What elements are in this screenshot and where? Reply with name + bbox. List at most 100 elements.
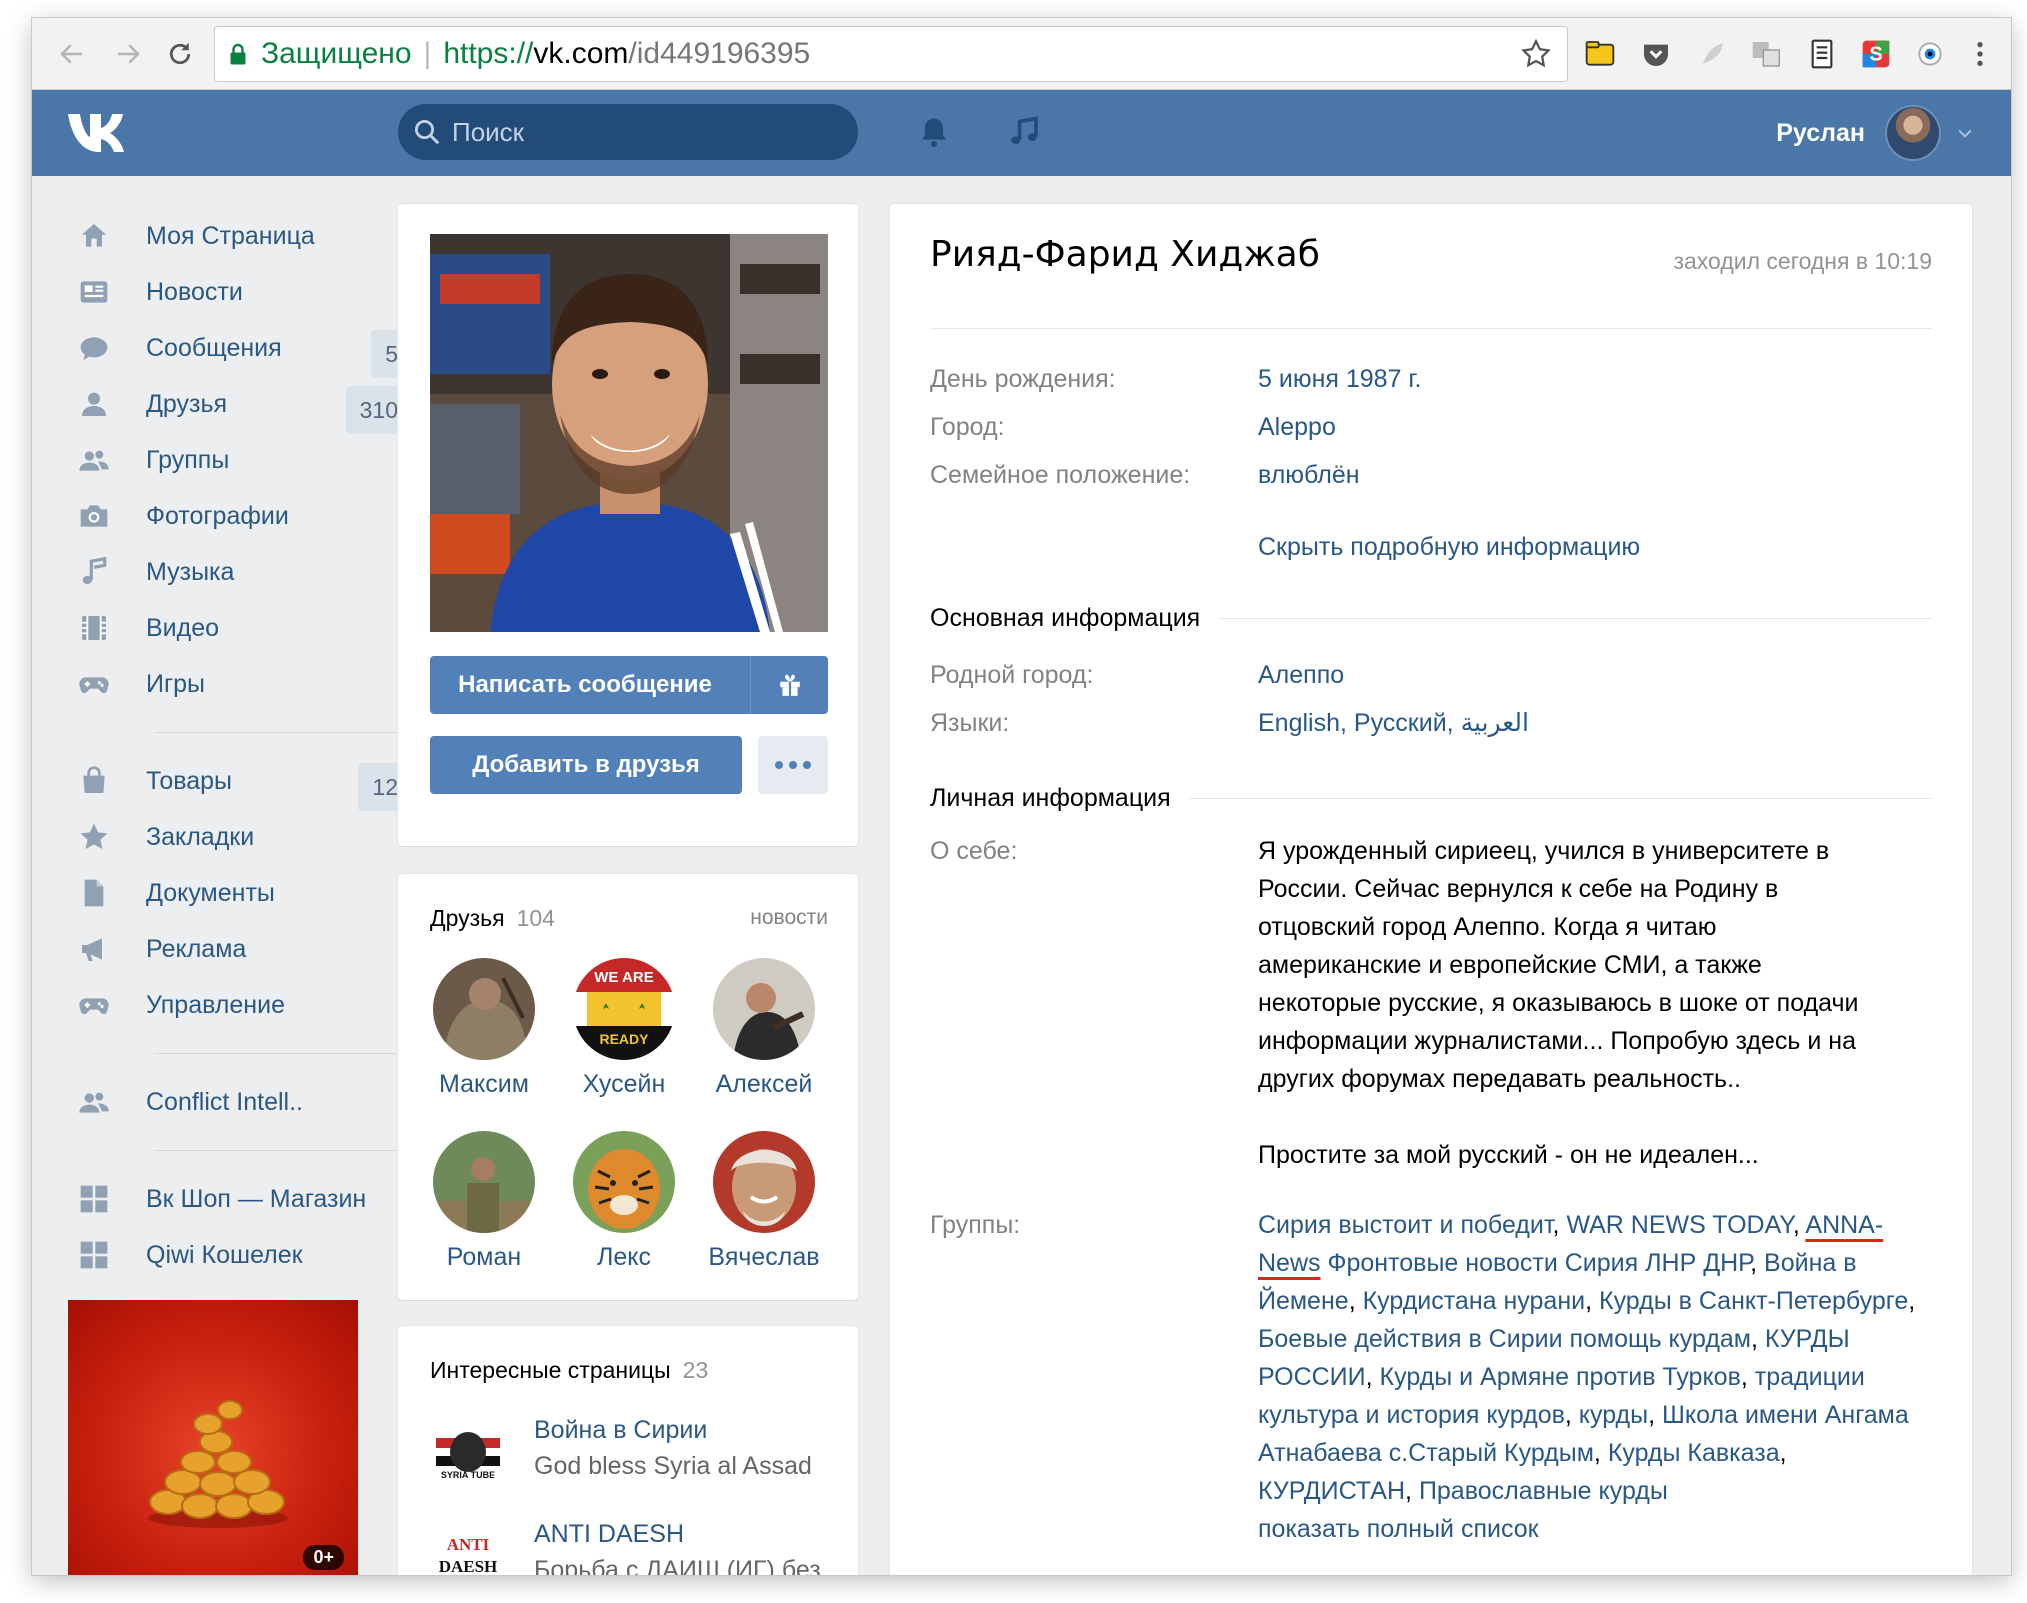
- group-link[interactable]: Боевые действия в Сирии помощь курдам: [1258, 1325, 1751, 1353]
- profile-photo[interactable]: [430, 234, 828, 632]
- eye-extension-icon[interactable]: [1912, 36, 1948, 72]
- divider: [930, 328, 1932, 329]
- forward-icon[interactable]: [110, 36, 146, 72]
- friends-news-link[interactable]: новости: [750, 906, 828, 930]
- nav-item-music[interactable]: Музыка: [62, 544, 412, 600]
- page-item[interactable]: ANTI DAESH ANTI DAESH Борьба с ДАИШ (ИГ) …: [430, 1516, 840, 1575]
- nav-item-bookmarks[interactable]: Закладки: [62, 809, 412, 865]
- group-link[interactable]: Курды в Санкт-Петербурге: [1599, 1287, 1908, 1315]
- section-line: [1218, 617, 1932, 619]
- group-link[interactable]: Сирия выстоит и победит: [1258, 1211, 1553, 1239]
- profile-info-card: Рияд-Фарид Хиджаб заходил сегодня в 10:1…: [890, 204, 1972, 1575]
- apps-icon: [76, 1181, 112, 1217]
- nav-item-video[interactable]: Видео: [62, 600, 412, 656]
- friend-item[interactable]: Алексей: [694, 958, 834, 1099]
- group-link[interactable]: КУРДИСТАН: [1258, 1477, 1405, 1505]
- birthday-value[interactable]: 5 июня 1987 г.: [1258, 360, 1932, 398]
- bookmark-star-icon[interactable]: [1519, 37, 1553, 71]
- family-value[interactable]: влюблён: [1258, 456, 1932, 494]
- group-link[interactable]: Курды и Армяне против Турков: [1380, 1363, 1741, 1391]
- nav-item-photos[interactable]: Фотографии: [62, 488, 412, 544]
- section-title: Основная информация: [930, 603, 1201, 632]
- age-rating-badge: 0+: [303, 1545, 344, 1570]
- nav-label: Друзья: [146, 389, 228, 418]
- nav-item-groups[interactable]: Группы: [62, 432, 412, 488]
- friend-item[interactable]: Роман: [414, 1131, 554, 1272]
- nav-item-qiwi[interactable]: Qiwi Кошелек: [62, 1227, 412, 1283]
- group-link[interactable]: курды: [1579, 1401, 1648, 1429]
- group-link[interactable]: WAR NEWS TODAY: [1566, 1211, 1792, 1239]
- page-description: God bless Syria al Assad: [534, 1452, 812, 1480]
- vk-logo-icon[interactable]: [66, 110, 132, 154]
- nav-item-manage[interactable]: Управление: [62, 977, 412, 1033]
- city-value[interactable]: Aleppo: [1258, 408, 1932, 446]
- friends-count: 104: [516, 904, 555, 931]
- search-input[interactable]: [452, 116, 832, 148]
- search-box[interactable]: [398, 104, 858, 160]
- group-link[interactable]: Православные курды: [1419, 1477, 1668, 1505]
- hometown-label: Родной город:: [930, 661, 1094, 689]
- show-full-list-link[interactable]: показать полный список: [1258, 1510, 1932, 1548]
- s-extension-icon[interactable]: S: [1858, 36, 1894, 72]
- url-path: /id449196395: [628, 37, 811, 70]
- back-icon[interactable]: [54, 36, 90, 72]
- group-link[interactable]: Курды Кавказа: [1608, 1439, 1780, 1467]
- bell-icon[interactable]: [912, 110, 956, 154]
- friend-item[interactable]: Лекс: [554, 1131, 694, 1272]
- groups-label: Группы:: [930, 1211, 1021, 1239]
- group-link[interactable]: Курдистана нурани: [1363, 1287, 1586, 1315]
- translate-extension-icon[interactable]: [1748, 36, 1784, 72]
- hometown-value[interactable]: Алеппо: [1258, 656, 1932, 694]
- reload-icon[interactable]: [162, 36, 198, 72]
- friend-item[interactable]: WE ARE READY Хусейн: [554, 958, 694, 1099]
- send-message-button[interactable]: Написать сообщение: [430, 656, 828, 714]
- nav-item-my-page[interactable]: Моя Страница: [62, 208, 412, 264]
- nav-label: Qiwi Кошелек: [146, 1240, 303, 1269]
- hide-details-link[interactable]: Скрыть подробную информацию: [1258, 528, 1932, 566]
- personal-info-section: Личная информация: [930, 778, 1932, 818]
- friend-name: Хусейн: [582, 1070, 666, 1098]
- user-menu[interactable]: Руслан: [1776, 100, 1975, 166]
- nav-item-vk-shop[interactable]: Вк Шоп — Магазин: [62, 1171, 412, 1227]
- friend-name: Вячеслав: [708, 1243, 820, 1271]
- friends-title[interactable]: Друзья: [430, 905, 505, 932]
- nav-item-documents[interactable]: Документы: [62, 865, 412, 921]
- more-actions-button[interactable]: [758, 736, 828, 794]
- star-icon: [76, 819, 112, 855]
- page-avatar: SYRIA TUBE: [430, 1412, 506, 1488]
- nav-item-goods[interactable]: Товары 12: [62, 753, 412, 811]
- nav-item-friends[interactable]: Друзья 310: [62, 376, 412, 434]
- nav-item-games[interactable]: Игры: [62, 656, 412, 712]
- friends-grid: Максим WE ARE READY Хусейн Алексей Роман: [414, 958, 844, 1272]
- add-friend-label: Добавить в друзья: [472, 751, 700, 778]
- page-description: Борьба с ДАИШ (ИГ) без: [534, 1556, 821, 1575]
- nav-label: Моя Страница: [146, 221, 315, 250]
- menu-dots-icon[interactable]: [1962, 36, 1998, 72]
- pages-count: 23: [682, 1356, 709, 1383]
- notes-extension-icon[interactable]: [1804, 36, 1840, 72]
- friend-item[interactable]: Максим: [414, 958, 554, 1099]
- feather-extension-icon[interactable]: [1694, 36, 1730, 72]
- group-link[interactable]: Фронтовые новости Сирия ЛНР ДНР: [1327, 1249, 1750, 1277]
- pages-title[interactable]: Интересные страницы: [430, 1357, 671, 1384]
- address-bar[interactable]: Защищено | https:// vk.com /id449196395: [214, 26, 1568, 82]
- friend-item[interactable]: Вячеслав: [694, 1131, 834, 1272]
- gift-icon[interactable]: [750, 656, 828, 714]
- page-name: ANTI DAESH: [534, 1520, 685, 1548]
- language-link[interactable]: العربية: [1461, 709, 1529, 737]
- folder-extension-icon[interactable]: [1582, 36, 1618, 72]
- nav-item-messages[interactable]: Сообщения 5: [62, 320, 412, 378]
- pocket-extension-icon[interactable]: [1638, 36, 1674, 72]
- ad-banner[interactable]: 0+: [68, 1300, 358, 1575]
- add-friend-button[interactable]: Добавить в друзья: [430, 736, 742, 794]
- language-link[interactable]: English: [1258, 709, 1340, 737]
- music-icon[interactable]: [1002, 110, 1046, 154]
- nav-item-ads[interactable]: Реклама: [62, 921, 412, 977]
- nav-item-conflict-intell[interactable]: Conflict Intell..: [62, 1074, 412, 1130]
- friend-avatar: WE ARE READY: [573, 958, 675, 1060]
- nav-divider: [154, 1053, 404, 1054]
- page-item[interactable]: SYRIA TUBE Война в Сирии God bless Syria…: [430, 1412, 840, 1492]
- language-link[interactable]: Русский: [1354, 709, 1447, 737]
- nav-item-news[interactable]: Новости: [62, 264, 412, 320]
- nav-label: Фотографии: [146, 501, 289, 530]
